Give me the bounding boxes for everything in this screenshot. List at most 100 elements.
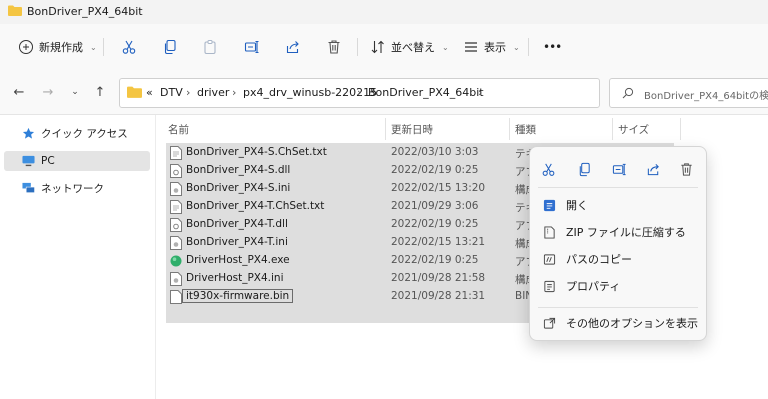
breadcrumb-separator[interactable]: › xyxy=(478,86,482,99)
file-name: BonDriver_PX4-S.ChSet.txt xyxy=(186,146,327,158)
breadcrumb-item[interactable]: driver xyxy=(197,86,229,99)
copy-icon xyxy=(579,162,590,176)
breadcrumb-overflow[interactable]: « xyxy=(146,86,153,99)
command-bar: 新規作成 ⌄ 並べ替え ⌄ 表示 ⌄ ••• xyxy=(0,24,768,71)
file-date: 2022/02/15 13:21 xyxy=(391,236,486,248)
file-name: BonDriver_PX4-T.ini xyxy=(186,236,288,248)
menu-item-label: プロパティ xyxy=(566,280,621,293)
properties-icon xyxy=(542,279,556,293)
recent-locations-button[interactable]: ⌄ xyxy=(66,83,84,101)
column-header-label: 種類 xyxy=(515,123,536,136)
arrow-right-icon: → xyxy=(42,84,54,100)
plus-circle-icon xyxy=(19,40,33,54)
folder-icon xyxy=(127,86,142,98)
ini-file-icon xyxy=(170,182,182,196)
navigation-bar: ← → ⌄ ↑ « DTV › driver › px4_drv_winusb-… xyxy=(0,70,768,115)
address-bar[interactable]: « DTV › driver › px4_drv_winusb-220215 ›… xyxy=(119,78,600,108)
rename-icon xyxy=(612,163,626,175)
delete-button[interactable] xyxy=(676,159,696,179)
menu-item-properties[interactable]: プロパティ xyxy=(538,274,698,298)
share-icon xyxy=(647,163,659,175)
ini-file-icon xyxy=(170,236,182,250)
menu-item-open[interactable]: 開く xyxy=(538,193,698,217)
share-button[interactable] xyxy=(285,36,301,58)
back-button[interactable]: ← xyxy=(10,83,28,101)
view-list-icon xyxy=(465,42,477,52)
rename-icon xyxy=(244,40,259,54)
column-header-size[interactable]: サイズ xyxy=(618,118,649,140)
more-button[interactable]: ••• xyxy=(543,36,562,58)
bin-file-icon xyxy=(170,290,182,304)
breadcrumb-separator[interactable]: › xyxy=(186,86,190,99)
file-date: 2021/09/28 21:31 xyxy=(391,290,486,302)
breadcrumb-separator[interactable]: › xyxy=(232,86,236,99)
sidebar-item-label: PC xyxy=(41,155,55,167)
dll-file-icon xyxy=(170,218,182,232)
file-name: BonDriver_PX4-S.dll xyxy=(186,164,291,176)
column-header-type[interactable]: 種類 xyxy=(515,118,536,140)
menu-item-compress-zip[interactable]: ZIP ファイルに圧縮する xyxy=(538,220,698,244)
chevron-down-icon: ⌄ xyxy=(90,42,97,52)
sort-button[interactable]: 並べ替え ⌄ xyxy=(370,36,449,58)
copy-icon xyxy=(164,39,176,55)
menu-item-label: 開く xyxy=(566,199,588,212)
view-button[interactable]: 表示 ⌄ xyxy=(463,36,520,58)
column-divider[interactable] xyxy=(385,118,386,140)
new-button[interactable]: 新規作成 ⌄ xyxy=(18,36,97,58)
column-header-date[interactable]: 更新日時 xyxy=(391,118,433,140)
file-date: 2021/09/28 21:58 xyxy=(391,272,486,284)
column-header-label: 更新日時 xyxy=(391,123,433,136)
sidebar-item-quick-access[interactable]: クイック アクセス xyxy=(4,123,150,143)
cut-button[interactable] xyxy=(538,159,558,179)
chevron-down-icon: ⌄ xyxy=(71,87,79,97)
rename-button[interactable] xyxy=(609,159,629,179)
breadcrumb-separator[interactable]: › xyxy=(357,86,361,99)
menu-item-label: ZIP ファイルに圧縮する xyxy=(566,226,686,239)
search-box[interactable]: BonDriver_PX4_64bitの検索 xyxy=(609,78,768,108)
menu-item-more-options[interactable]: その他のオプションを表示 xyxy=(538,311,698,335)
breadcrumb-item[interactable]: BonDriver_PX4_64bit xyxy=(368,86,484,99)
file-name: BonDriver_PX4-T.ChSet.txt xyxy=(186,200,325,212)
context-menu: 開く ZIP ファイルに圧縮する パスのコピー プロパティ その他のオプションを… xyxy=(529,146,707,341)
exe-file-icon xyxy=(170,255,182,267)
trash-icon xyxy=(328,40,340,54)
window-title: BonDriver_PX4_64bit xyxy=(27,5,143,18)
monitor-icon xyxy=(22,155,35,167)
scissors-icon xyxy=(122,40,136,54)
file-date: 2022/02/15 13:20 xyxy=(391,182,486,194)
file-date: 2022/02/19 0:25 xyxy=(391,254,479,266)
sidebar-item-network[interactable]: ネットワーク xyxy=(4,178,150,198)
paste-button[interactable] xyxy=(202,36,218,58)
sidebar-item-label: クイック アクセス xyxy=(41,127,128,140)
more-options-icon xyxy=(542,316,556,330)
delete-button[interactable] xyxy=(326,36,342,58)
file-name: BonDriver_PX4-S.ini xyxy=(186,182,291,194)
text-file-icon xyxy=(170,200,182,214)
breadcrumb-item[interactable]: DTV xyxy=(160,86,183,99)
column-divider[interactable] xyxy=(612,118,613,140)
file-date: 2022/02/19 0:25 xyxy=(391,218,479,230)
toolbar-divider xyxy=(103,38,104,56)
navigation-pane: クイック アクセス PC ネットワーク xyxy=(0,115,156,399)
file-name: BonDriver_PX4-T.dll xyxy=(186,218,288,230)
search-placeholder: BonDriver_PX4_64bitの検索 xyxy=(644,91,768,102)
share-button[interactable] xyxy=(643,159,663,179)
copy-button[interactable] xyxy=(574,159,594,179)
copy-button[interactable] xyxy=(162,36,178,58)
toolbar-divider xyxy=(357,38,358,56)
sort-button-label: 並べ替え xyxy=(391,41,435,54)
forward-button[interactable]: → xyxy=(39,83,57,101)
column-divider[interactable] xyxy=(680,118,681,140)
menu-item-copy-path[interactable]: パスのコピー xyxy=(538,247,698,271)
column-divider[interactable] xyxy=(509,118,510,140)
rename-button[interactable] xyxy=(244,36,260,58)
cut-button[interactable] xyxy=(121,36,137,58)
sidebar-item-pc[interactable]: PC xyxy=(4,151,150,171)
ini-file-icon xyxy=(170,272,182,286)
column-header-name[interactable]: 名前 xyxy=(168,118,189,140)
open-icon xyxy=(542,198,556,212)
up-button[interactable]: ↑ xyxy=(91,83,109,101)
view-button-label: 表示 xyxy=(484,41,506,54)
column-header-label: サイズ xyxy=(618,123,650,136)
column-header-label: 名前 xyxy=(168,123,189,136)
